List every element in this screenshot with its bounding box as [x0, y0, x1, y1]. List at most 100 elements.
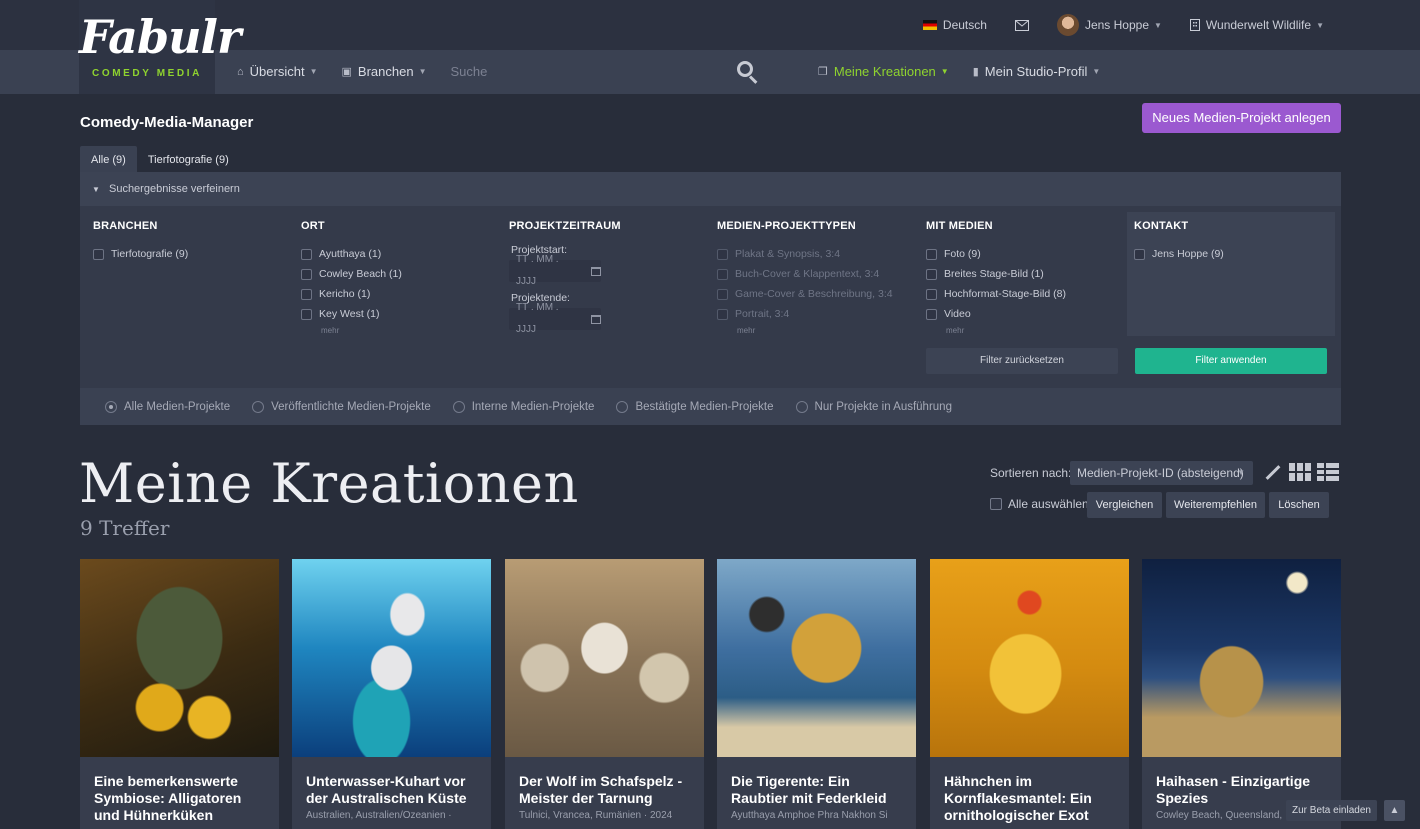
radio-dot: [795, 400, 808, 413]
calendar-icon: [591, 314, 601, 324]
new-project-button[interactable]: Neues Medien-Projekt anlegen: [1142, 103, 1341, 133]
card-title[interactable]: Die Tigerente: Ein Raubtier mit Federkle…: [731, 773, 907, 807]
compare-button[interactable]: Vergleichen: [1087, 492, 1162, 518]
end-date-input[interactable]: TT . MM . JJJJ: [509, 302, 601, 335]
filter-checkbox[interactable]: Kericho (1): [301, 284, 402, 304]
more-link[interactable]: mehr: [946, 326, 1066, 335]
filter-checkbox[interactable]: Breites Stage-Bild (1): [926, 264, 1066, 284]
tab-animal-photography[interactable]: Tierfotografie (9): [137, 146, 240, 172]
nav-branches[interactable]: ▣ Branchen ▼: [342, 64, 427, 79]
grid-view-icon[interactable]: [1289, 463, 1311, 481]
apply-filters-button[interactable]: Filter anwenden: [1135, 348, 1327, 374]
date-placeholder: TT . MM . JJJJ: [516, 302, 559, 335]
radio-dot: [452, 400, 465, 413]
project-card[interactable]: Hähnchen im Kornflakesmantel: Ein ornith…: [930, 559, 1129, 829]
card-meta: Ayutthaya Amphoe Phra Nakhon Si: [731, 810, 888, 821]
scroll-top-button[interactable]: ▲: [1384, 800, 1405, 821]
filter-title: PROJEKTZEITRAUM: [509, 220, 621, 232]
results-title: Meine Kreationen: [79, 452, 579, 515]
reset-filters-button[interactable]: Filter zurücksetzen: [926, 348, 1118, 374]
project-card[interactable]: Die Tigerente: Ein Raubtier mit Federkle…: [717, 559, 916, 829]
project-card[interactable]: Haihasen - Einzigartige Spezies Cowley B…: [1142, 559, 1341, 829]
envelope-icon: [1014, 19, 1029, 31]
radio-published-projects[interactable]: Veröffentlichte Medien-Projekte: [252, 400, 431, 413]
radio-label: Nur Projekte in Ausführung: [814, 400, 952, 413]
sort-select[interactable]: Medien-Projekt-ID (absteigend) ▼: [1070, 461, 1253, 485]
tab-all[interactable]: Alle (9): [80, 146, 137, 172]
checkbox-label: Ayutthaya (1): [319, 248, 382, 260]
category-tabs: Alle (9) Tierfotografie (9): [80, 146, 240, 172]
radio-confirmed-projects[interactable]: Bestätigte Medien-Projekte: [616, 400, 774, 413]
chevron-down-icon: ▼: [1316, 20, 1324, 30]
card-image[interactable]: [80, 559, 279, 757]
messages-button[interactable]: [1014, 19, 1029, 31]
radio-internal-projects[interactable]: Interne Medien-Projekte: [452, 400, 594, 413]
card-image[interactable]: [292, 559, 491, 757]
filter-checkbox[interactable]: Buch-Cover & Klappentext, 3:4: [717, 264, 893, 284]
project-card[interactable]: Eine bemerkenswerte Symbiose: Alligatore…: [80, 559, 279, 829]
card-image[interactable]: [717, 559, 916, 757]
top-right-menu: Deutsch Jens Hoppe ▼ Wunderwelt Wildlife…: [895, 14, 1324, 36]
checkbox-label: Key West (1): [319, 308, 380, 320]
language-switcher[interactable]: Deutsch: [922, 18, 987, 32]
project-card[interactable]: Unterwasser-Kuhart vor der Australischen…: [292, 559, 491, 829]
language-label: Deutsch: [942, 18, 987, 32]
list-view-icon[interactable]: [1317, 463, 1339, 481]
filter-checkbox[interactable]: Jens Hoppe (9): [1134, 244, 1224, 264]
filter-period: PROJEKTZEITRAUM Projektstart: TT . MM . …: [509, 212, 621, 340]
filter-project-types: MEDIEN-PROJEKTTYPEN Plakat & Synopsis, 3…: [717, 212, 893, 335]
nav-studio-profile[interactable]: ▮ Mein Studio-Profil ▼: [973, 64, 1101, 79]
filter-checkbox[interactable]: Tierfotografie (9): [93, 244, 188, 264]
card-image[interactable]: [930, 559, 1129, 757]
filter-checkbox[interactable]: Ayutthaya (1): [301, 244, 402, 264]
filter-panel: ▼ Suchergebnisse verfeinern BRANCHEN Tie…: [80, 172, 1341, 425]
search-button[interactable]: [735, 59, 761, 85]
card-title[interactable]: Eine bemerkenswerte Symbiose: Alligatore…: [94, 773, 270, 824]
radio-dot: [616, 400, 629, 413]
card-title[interactable]: Hähnchen im Kornflakesmantel: Ein ornith…: [944, 773, 1120, 824]
filter-checkbox[interactable]: Portrait, 3:4: [717, 304, 893, 324]
user-menu[interactable]: Jens Hoppe ▼: [1056, 14, 1162, 36]
nav-overview[interactable]: ⌂ Übersicht ▼: [237, 64, 318, 79]
card-meta: Australien, Australien/Ozeanien ·: [306, 810, 452, 821]
brand-logo[interactable]: Fabulr COMEDY MEDIA: [79, 0, 241, 94]
filter-checkbox[interactable]: Foto (9): [926, 244, 1066, 264]
more-link[interactable]: mehr: [737, 326, 893, 335]
project-card[interactable]: Der Wolf im Schafspelz - Meister der Tar…: [505, 559, 704, 829]
more-link[interactable]: mehr: [321, 326, 402, 335]
nav-my-creations[interactable]: ❐ Meine Kreationen ▼: [818, 64, 949, 79]
filter-checkbox[interactable]: Plakat & Synopsis, 3:4: [717, 244, 893, 264]
checkbox-label: Cowley Beach (1): [319, 268, 402, 280]
card-image[interactable]: [1142, 559, 1341, 757]
filter-title: MIT MEDIEN: [926, 220, 993, 232]
filter-checkbox[interactable]: Video: [926, 304, 1066, 324]
start-date-input[interactable]: TT . MM . JJJJ: [509, 254, 601, 287]
checkbox-box: [1134, 248, 1145, 260]
refine-toggle[interactable]: ▼ Suchergebnisse verfeinern: [80, 172, 1341, 206]
checkbox-box: [301, 268, 312, 280]
search-input[interactable]: Suche: [450, 64, 487, 79]
checkbox-box: [717, 248, 728, 260]
search-placeholder: Suche: [450, 64, 488, 79]
radio-in-progress-projects[interactable]: Nur Projekte in Ausführung: [795, 400, 952, 413]
chevron-down-icon: ▼: [1092, 67, 1101, 76]
filter-checkbox[interactable]: Key West (1): [301, 304, 402, 324]
radio-all-projects[interactable]: Alle Medien-Projekte: [105, 400, 230, 413]
checkbox-label: Kericho (1): [319, 288, 371, 300]
filter-checkbox[interactable]: Hochformat-Stage-Bild (8): [926, 284, 1066, 304]
checkbox-label: Portrait, 3:4: [735, 308, 790, 320]
checkbox-box: [926, 288, 937, 300]
sort-value: Medien-Projekt-ID (absteigend): [1077, 466, 1244, 480]
copy-icon: ❐: [818, 66, 828, 78]
workspace-menu[interactable]: Wunderwelt Wildlife ▼: [1189, 18, 1324, 32]
invite-beta-button[interactable]: Zur Beta einladen: [1286, 800, 1377, 821]
filter-checkbox[interactable]: Cowley Beach (1): [301, 264, 402, 284]
filter-checkbox[interactable]: Game-Cover & Beschreibung, 3:4: [717, 284, 893, 304]
recommend-button[interactable]: Weiterempfehlen: [1166, 492, 1265, 518]
card-title[interactable]: Unterwasser-Kuhart vor der Australischen…: [306, 773, 482, 807]
card-title[interactable]: Der Wolf im Schafspelz - Meister der Tar…: [519, 773, 695, 807]
delete-button[interactable]: Löschen: [1269, 492, 1329, 518]
compress-icon[interactable]: [1262, 462, 1282, 482]
select-all-checkbox[interactable]: Alle auswählen: [990, 497, 1089, 511]
card-image[interactable]: [505, 559, 704, 757]
